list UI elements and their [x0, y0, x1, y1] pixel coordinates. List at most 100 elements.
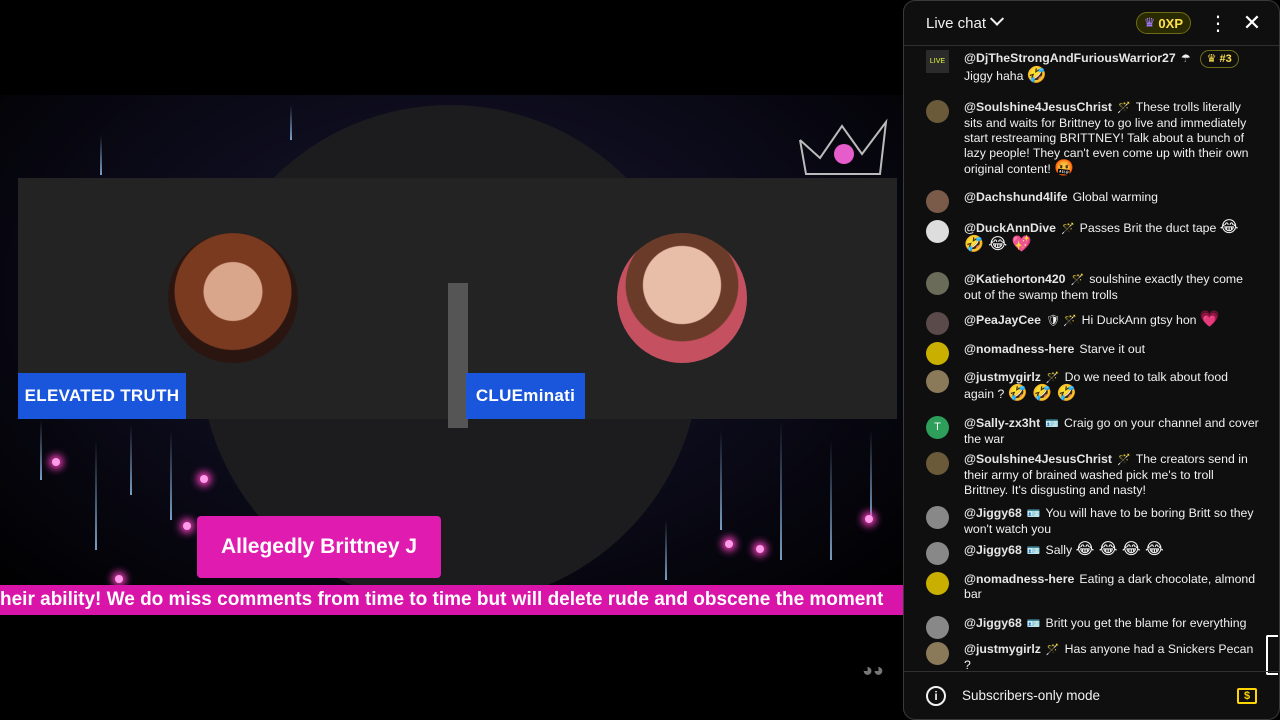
- more-options-icon[interactable]: ⋮: [1203, 11, 1233, 36]
- sparkle: [115, 575, 123, 583]
- message-author[interactable]: @Katiehorton420: [964, 272, 1066, 286]
- host-name-tag: Allegedly Brittney J: [197, 516, 441, 578]
- sparkle: [865, 515, 873, 523]
- crown-icon: ♛: [1143, 15, 1156, 30]
- avatar[interactable]: [926, 642, 949, 665]
- subscribers-only-label: Subscribers-only mode: [962, 688, 1101, 703]
- guest-left-avatar: [168, 233, 298, 363]
- xp-badge[interactable]: ♛ 0XP: [1135, 12, 1191, 34]
- message-text: Britt you get the blame for everything: [1045, 616, 1247, 630]
- super-chat-icon[interactable]: $: [1237, 687, 1257, 704]
- message-author[interactable]: @justmygirlz: [964, 370, 1041, 384]
- member-badge-icon: 🪄: [1070, 274, 1085, 286]
- message-text: Passes Brit the duct tape: [1079, 221, 1217, 235]
- message-author[interactable]: @Dachshund4life: [964, 190, 1068, 204]
- member-badge-icon: 🪄: [1045, 372, 1060, 384]
- message-author[interactable]: @Sally-zx3ht: [964, 416, 1040, 430]
- sparkle: [725, 540, 733, 548]
- chat-message[interactable]: @Dachshund4life Global warming: [926, 190, 1259, 213]
- avatar[interactable]: LIVE: [926, 50, 949, 73]
- light-streak: [290, 105, 292, 140]
- avatar[interactable]: [926, 616, 949, 639]
- sparkle: [756, 545, 764, 553]
- avatar[interactable]: [926, 572, 949, 595]
- avatar[interactable]: [926, 220, 949, 243]
- light-streak: [130, 425, 132, 495]
- avatar[interactable]: [926, 272, 949, 295]
- close-icon[interactable]: ✕: [1237, 10, 1267, 36]
- info-icon[interactable]: i: [926, 685, 946, 706]
- message-text: Jiggy haha: [964, 69, 1024, 83]
- video-player[interactable]: ELEVATED TRUTH CLUEminati Allegedly Brit…: [0, 0, 903, 720]
- member-badge-icon: 🛡 🪄: [1045, 315, 1077, 327]
- avatar[interactable]: [926, 190, 949, 213]
- message-text: Global warming: [1072, 190, 1158, 204]
- message-author[interactable]: @DuckAnnDive: [964, 221, 1056, 235]
- emoji: 💗: [1199, 311, 1220, 328]
- member-badge-icon: 🪪: [1045, 418, 1059, 430]
- message-author[interactable]: @Soulshine4JesusChrist: [964, 100, 1112, 114]
- message-author[interactable]: @Jiggy68: [964, 616, 1022, 630]
- chat-message[interactable]: @justmygirlz 🪄 Do we need to talk about fo…: [926, 370, 1259, 402]
- message-author[interactable]: @nomadness-here: [964, 572, 1074, 586]
- chat-message[interactable]: @PeaJayCee 🛡 🪄 Hi DuckAnn gtsy hon 💗: [926, 311, 1259, 335]
- light-streak: [40, 420, 42, 480]
- scrollbar[interactable]: [1266, 635, 1278, 675]
- avatar[interactable]: [926, 370, 949, 393]
- light-streak: [170, 430, 172, 520]
- message-author[interactable]: @Jiggy68: [964, 543, 1022, 557]
- chevron-down-icon[interactable]: [989, 11, 1005, 26]
- member-badge-icon: 🪪: [1026, 618, 1041, 630]
- xp-label: 0XP: [1158, 15, 1183, 31]
- message-author[interactable]: @Soulshine4JesusChrist: [964, 452, 1112, 466]
- chat-message[interactable]: @DuckAnnDive 🪄 Passes Brit the duct tape 😂…: [926, 220, 1259, 253]
- light-streak: [95, 440, 97, 550]
- chat-message[interactable]: @Soulshine4JesusChrist 🪄 These trolls lite…: [926, 100, 1259, 177]
- chat-message[interactable]: LIVE @DjTheStrongAndFuriousWarrior27 ☂ ♛ #3 J…: [926, 50, 1259, 84]
- crown-icon: [799, 118, 888, 175]
- light-streak: [780, 420, 782, 560]
- message-text: Hi DuckAnn gtsy hon: [1081, 313, 1197, 327]
- message-author[interactable]: @justmygirlz: [964, 642, 1041, 656]
- scrolling-ticker: heir ability! We do miss comments from t…: [0, 585, 903, 615]
- member-badge-icon: 🪪: [1026, 508, 1041, 520]
- chat-message[interactable]: @Katiehorton420 🪄 soulshine exactly they c…: [926, 272, 1259, 303]
- chat-message[interactable]: @nomadness-here Starve it out: [926, 342, 1259, 365]
- rank-label: #3: [1219, 52, 1232, 65]
- member-badge-icon: 🪪: [1026, 545, 1041, 557]
- member-badge-icon: 🪄: [1116, 102, 1131, 114]
- crown-icon: ♛: [1206, 52, 1217, 65]
- chat-message[interactable]: @Jiggy68 🪪 Sally 😂 😂 😂 😂: [926, 542, 1259, 565]
- chat-message[interactable]: @Jiggy68 🪪 You will have to be boring Brit…: [926, 506, 1259, 537]
- guest-left-name-tag: ELEVATED TRUTH: [18, 373, 186, 419]
- emoji: 🤣: [1026, 67, 1047, 84]
- chat-message[interactable]: @Jiggy68 🪪 Britt you get the blame for eve…: [926, 616, 1259, 639]
- avatar[interactable]: [926, 342, 949, 365]
- message-author[interactable]: @Jiggy68: [964, 506, 1022, 520]
- chat-message[interactable]: T @Sally-zx3ht 🪪 Craig go on your channel a…: [926, 416, 1259, 447]
- emoji: 🤣 🤣 🤣: [1007, 385, 1077, 402]
- sparkle: [183, 522, 191, 530]
- avatar[interactable]: [926, 506, 949, 529]
- avatar[interactable]: [926, 542, 949, 565]
- chat-message[interactable]: @nomadness-here Eating a dark chocolate, …: [926, 572, 1259, 602]
- avatar[interactable]: T: [926, 416, 949, 439]
- sparkle: [200, 475, 208, 483]
- chat-message[interactable]: @justmygirlz 🪄 Has anyone had a Snickers P…: [926, 642, 1259, 671]
- chat-message[interactable]: @Soulshine4JesusChrist 🪄 The creators send…: [926, 452, 1259, 498]
- light-streak: [870, 430, 872, 520]
- light-streak: [830, 440, 832, 560]
- message-text: Sally: [1045, 543, 1073, 557]
- chat-mode-dropdown[interactable]: Live chat: [926, 15, 986, 32]
- avatar[interactable]: [926, 452, 949, 475]
- message-author[interactable]: @PeaJayCee: [964, 313, 1041, 327]
- mask-icon: ◕◕: [862, 660, 884, 680]
- chat-footer: i Subscribers-only mode $: [904, 671, 1279, 719]
- chat-messages[interactable]: LIVE @DjTheStrongAndFuriousWarrior27 ☂ ♛ #3 J…: [904, 46, 1279, 671]
- avatar[interactable]: [926, 312, 949, 335]
- message-author[interactable]: @DjTheStrongAndFuriousWarrior27: [964, 51, 1176, 65]
- member-badge-icon: ☂: [1180, 52, 1191, 65]
- avatar[interactable]: [926, 100, 949, 123]
- message-text: Starve it out: [1079, 342, 1146, 356]
- message-author[interactable]: @nomadness-here: [964, 342, 1074, 356]
